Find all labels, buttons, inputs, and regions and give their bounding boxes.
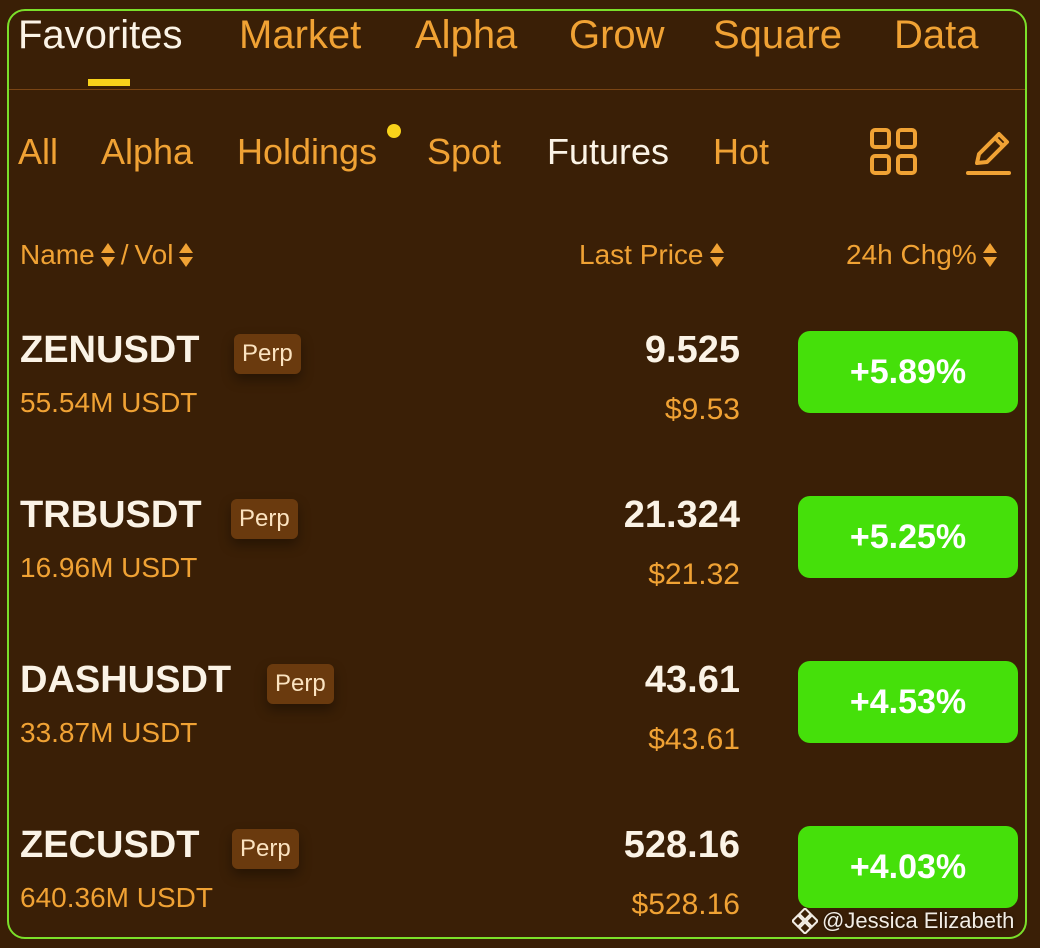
perp-badge: Perp: [232, 829, 299, 869]
change-badge[interactable]: +5.89%: [798, 331, 1018, 413]
change-badge[interactable]: +4.03%: [798, 826, 1018, 908]
tab-grow[interactable]: Grow: [569, 13, 665, 58]
change-header-label: 24h Chg%: [846, 239, 977, 270]
top-nav: Favorites Market Alpha Grow Square Data: [9, 11, 1025, 90]
table-row[interactable]: DASHUSDT Perp 33.87M USDT 43.61 $43.61 +…: [9, 659, 1025, 824]
usd-price: $43.61: [648, 723, 740, 756]
sort-icon: [100, 241, 115, 269]
watermark: @Jessica Elizabeth: [792, 908, 1014, 934]
tab-square[interactable]: Square: [713, 13, 842, 58]
name-vol-header[interactable]: Name / Vol: [20, 239, 194, 271]
volume: 55.54M USDT: [20, 387, 198, 418]
perp-badge: Perp: [267, 664, 334, 704]
volume: 33.87M USDT: [20, 717, 198, 748]
last-price-header[interactable]: Last Price: [579, 239, 724, 271]
last-price: 43.61: [644, 659, 740, 701]
tab-market[interactable]: Market: [239, 13, 361, 58]
subtab-all[interactable]: All: [18, 131, 58, 173]
vol-header-label: Vol: [134, 239, 174, 270]
perp-badge: Perp: [231, 499, 298, 539]
symbol: ZECUSDT: [20, 824, 200, 866]
watermark-text: @Jessica Elizabeth: [822, 908, 1015, 933]
subtab-spot[interactable]: Spot: [427, 131, 501, 173]
holdings-notification-dot: [387, 124, 401, 138]
usd-price: $528.16: [631, 888, 740, 921]
name-header-label: Name: [20, 239, 95, 270]
market-panel: Favorites Market Alpha Grow Square Data …: [7, 9, 1027, 939]
change-badge[interactable]: +4.53%: [798, 661, 1018, 743]
tab-favorites[interactable]: Favorites: [18, 13, 183, 58]
last-price: 9.525: [644, 329, 740, 371]
change-badge[interactable]: +5.25%: [798, 496, 1018, 578]
grid-icon[interactable]: [869, 127, 919, 177]
tab-data[interactable]: Data: [894, 13, 979, 58]
table-row[interactable]: TRBUSDT Perp 16.96M USDT 21.324 $21.32 +…: [9, 494, 1025, 659]
last-price: 21.324: [623, 494, 740, 536]
volume: 640.36M USDT: [20, 882, 213, 913]
binance-logo-icon: [792, 908, 818, 934]
edit-icon[interactable]: [965, 127, 1017, 179]
usd-price: $9.53: [664, 393, 740, 426]
subtab-futures[interactable]: Futures: [547, 131, 669, 173]
sort-icon: [179, 241, 194, 269]
sort-icon: [709, 241, 724, 269]
last-price: 528.16: [623, 824, 740, 866]
perp-badge: Perp: [234, 334, 301, 374]
change-header[interactable]: 24h Chg%: [846, 239, 997, 271]
subtab-alpha[interactable]: Alpha: [101, 131, 193, 173]
symbol: TRBUSDT: [20, 494, 202, 536]
active-tab-indicator: [88, 79, 130, 86]
symbol: ZENUSDT: [20, 329, 200, 371]
table-row[interactable]: ZENUSDT Perp 55.54M USDT 9.525 $9.53 +5.…: [9, 329, 1025, 494]
tab-alpha[interactable]: Alpha: [415, 13, 517, 58]
sort-icon: [982, 241, 997, 269]
header-separator: /: [120, 239, 129, 270]
volume: 16.96M USDT: [20, 552, 198, 583]
last-price-header-label: Last Price: [579, 239, 704, 270]
usd-price: $21.32: [648, 558, 740, 591]
subtab-holdings[interactable]: Holdings: [237, 131, 377, 173]
symbol: DASHUSDT: [20, 659, 232, 701]
subtab-hot[interactable]: Hot: [713, 131, 769, 173]
